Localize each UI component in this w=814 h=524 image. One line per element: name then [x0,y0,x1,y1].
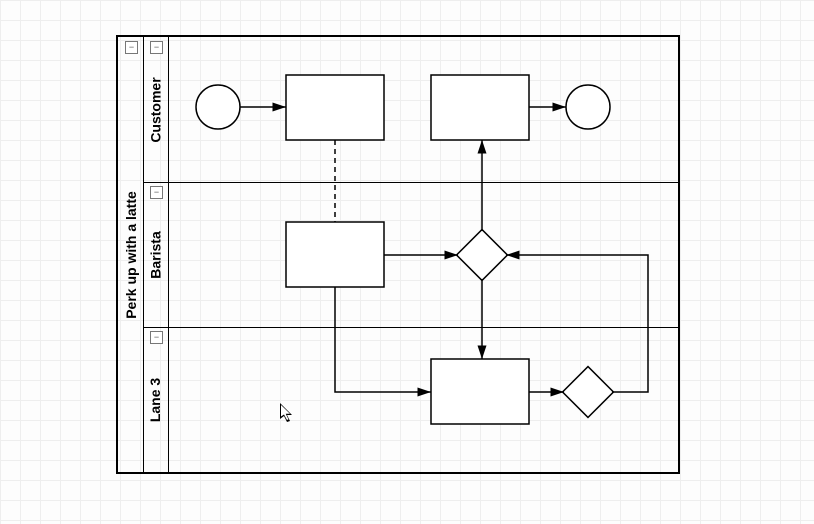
task-node[interactable] [286,75,384,140]
gateway-node[interactable] [457,230,508,281]
bpmn-pool[interactable]: − Perk up with a latte − Customer − Bari… [116,35,680,474]
cursor-icon [280,403,296,425]
end-event[interactable] [566,85,610,129]
start-event[interactable] [196,85,240,129]
sequence-flow[interactable] [335,287,431,392]
task-node[interactable] [431,75,529,140]
task-node[interactable] [431,359,529,424]
task-node[interactable] [286,222,384,287]
diagram-shapes [118,37,678,472]
gateway-node[interactable] [563,367,614,418]
